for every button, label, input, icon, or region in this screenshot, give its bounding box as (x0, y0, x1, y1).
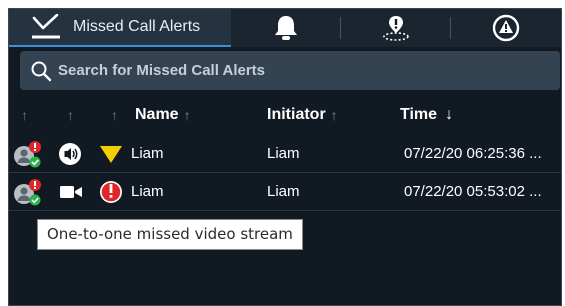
tab-alarms[interactable] (231, 9, 341, 47)
missed-call-check-icon (32, 14, 60, 39)
audio-call-icon (59, 142, 81, 165)
column-header-time-label: Time (400, 106, 438, 123)
tooltip: One-to-one missed video stream (37, 219, 303, 250)
type-cell (58, 135, 82, 172)
tab-location-alerts[interactable] (341, 9, 451, 47)
initiator-cell: Liam (267, 145, 300, 162)
column-header-time-sort: ↓ (445, 106, 454, 123)
search-input[interactable] (52, 51, 560, 90)
bell-icon (275, 16, 297, 40)
user-status-icon (14, 178, 41, 205)
search-icon (31, 61, 52, 81)
table-header: ↑ ↑ ↑ Name ↑ Initiator ↑ Time ↓ (9, 103, 561, 131)
column-header-initiator[interactable]: Initiator ↑ (267, 103, 338, 127)
video-camera-icon (60, 185, 82, 198)
sort-status-column[interactable]: ↑ (21, 103, 28, 127)
column-header-name[interactable]: Name ↑ (135, 103, 191, 127)
column-header-time[interactable]: Time ↓ (400, 103, 453, 127)
time-cell: 07/22/20 06:25:36 ... (404, 145, 542, 162)
tab-missed-call-alerts[interactable]: Missed Call Alerts (9, 9, 231, 47)
sort-priority-column[interactable]: ↑ (111, 103, 118, 127)
tab-missed-call-alerts-label: Missed Call Alerts (73, 18, 201, 35)
time-cell: 07/22/20 05:53:02 ... (404, 183, 542, 200)
column-header-initiator-sort: ↑ (330, 107, 338, 123)
column-header-name-sort: ↑ (183, 107, 191, 123)
status-cell (13, 135, 43, 172)
red-alarm-icon (100, 180, 122, 203)
missed-call-alerts-panel: Missed Call Alerts Search for Missed Cal… (8, 8, 562, 306)
name-cell: Liam (131, 183, 164, 200)
table-row[interactable]: Liam Liam 07/22/20 05:53:02 ... (9, 173, 561, 211)
warning-circle-icon (492, 14, 520, 42)
column-header-initiator-label: Initiator (267, 106, 326, 123)
sort-type-column[interactable]: ↑ (67, 103, 74, 127)
search-bar (20, 51, 560, 90)
location-alert-icon (383, 16, 409, 41)
priority-cell (99, 135, 123, 172)
yellow-triangle-icon (100, 145, 122, 163)
table-row[interactable]: Liam Liam 07/22/20 06:25:36 ... (9, 135, 561, 173)
column-header-name-label: Name (135, 106, 179, 123)
name-cell: Liam (131, 145, 164, 162)
priority-cell (98, 173, 124, 210)
type-cell (58, 173, 84, 210)
tab-warnings[interactable] (451, 9, 561, 47)
tab-bar: Missed Call Alerts (9, 9, 561, 47)
initiator-cell: Liam (267, 183, 300, 200)
user-status-icon (14, 140, 41, 167)
status-cell (13, 173, 43, 210)
